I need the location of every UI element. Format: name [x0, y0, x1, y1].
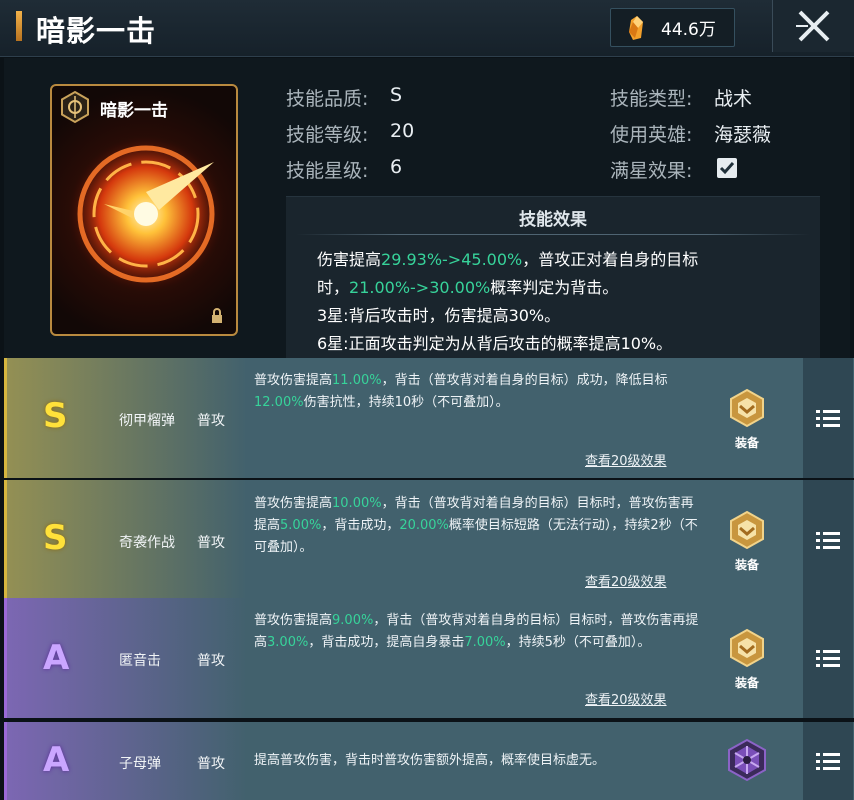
level-value: 20 — [390, 120, 415, 142]
equip-button[interactable]: 装备 — [724, 510, 770, 573]
star-value: 6 — [390, 156, 403, 178]
hero-value: 海瑟薇 — [714, 124, 772, 146]
skill-card: 暗影一击 — [50, 84, 238, 336]
equip-shield-icon — [730, 510, 764, 550]
currency-value: 44.6万 — [661, 20, 716, 40]
skill-type: 普攻 — [197, 535, 225, 551]
skill-art — [68, 136, 224, 292]
skill-type: 普攻 — [197, 413, 225, 429]
page-title: 暗影一击 — [36, 14, 157, 48]
type-label: 技能类型: — [610, 88, 693, 110]
hero-label: 使用英雄: — [610, 124, 693, 146]
skill-description: 普攻伤害提高10.00%，背击（普攻背对着自身的目标）目标时，普攻伤害再提高5.… — [254, 496, 698, 555]
list-menu-icon — [816, 753, 840, 770]
list-menu-icon — [816, 532, 840, 549]
skill-row[interactable]: A 匿音击 普攻 普攻伤害提高9.00%，背击（普攻背对着自身的目标）目标时，普… — [4, 598, 854, 718]
equip-label: 装备 — [734, 436, 759, 450]
effect-line-3: 3星:背后攻击时，伤害提高30%。 — [317, 306, 561, 325]
effect-divider — [296, 234, 810, 235]
effect-line-4: 6星:正面攻击判定为从背后攻击的概率提高10%。 — [317, 334, 673, 353]
close-button[interactable] — [772, 0, 854, 52]
list-menu-icon — [816, 410, 840, 427]
quality-value: S — [390, 84, 403, 106]
equip-button[interactable]: 装备 — [724, 388, 770, 451]
effect-title: 技能效果 — [519, 210, 587, 230]
grade-badge: S — [43, 518, 68, 558]
equip-label: 装备 — [734, 558, 759, 572]
equip-label: 装备 — [734, 676, 759, 690]
equip-button[interactable]: 装备 — [724, 628, 770, 691]
emblem-icon — [61, 90, 89, 124]
list-menu-button[interactable] — [803, 358, 853, 478]
equip-shield-icon — [730, 388, 764, 428]
currency-display: 44.6万 — [610, 8, 735, 47]
skill-type: 普攻 — [197, 756, 225, 772]
list-menu-button[interactable] — [803, 480, 853, 600]
list-menu-icon — [816, 650, 840, 667]
view-level-20-link[interactable]: 查看20级效果 — [585, 450, 667, 469]
level-label: 技能等级: — [286, 124, 369, 146]
skill-name: 子母弹 — [119, 756, 161, 772]
header-bar: 暗影一击 44.6万 — [0, 0, 854, 57]
full-star-label: 满星效果: — [610, 160, 693, 182]
grade-badge: A — [43, 638, 70, 678]
skill-name: 匿音击 — [119, 653, 161, 669]
skill-name: 彻甲榴弹 — [119, 413, 175, 429]
skill-row[interactable]: S 奇袭作战 普攻 普攻伤害提高10.00%，背击（普攻背对着自身的目标）目标时… — [4, 480, 854, 600]
skill-name: 奇袭作战 — [119, 535, 175, 551]
skill-description: 普攻伤害提高9.00%，背击（普攻背对着自身的目标）目标时，普攻伤害再提高3.0… — [254, 613, 699, 650]
card-title: 暗影一击 — [100, 101, 168, 121]
lock-icon — [212, 308, 222, 323]
type-value: 战术 — [714, 88, 753, 110]
view-level-20-link[interactable]: 查看20级效果 — [585, 689, 667, 708]
view-level-20-link[interactable]: 查看20级效果 — [585, 571, 667, 590]
skill-type: 普攻 — [197, 653, 225, 669]
quality-label: 技能品质: — [286, 88, 369, 110]
grade-badge: A — [43, 740, 70, 780]
list-menu-button[interactable] — [803, 722, 853, 800]
skill-row[interactable]: A 子母弹 普攻 提高普攻伤害，背击时普攻伤害额外提高，概率使目标虚无。 — [4, 722, 854, 800]
equip-shield-icon — [730, 628, 764, 668]
close-icon — [795, 10, 829, 42]
checkmark-icon — [719, 162, 735, 175]
skill-description: 普攻伤害提高11.00%，背击（普攻背对着自身的目标）成功，降低目标12.00%… — [254, 373, 668, 410]
effect-line-2: 时，21.00%->30.00%概率判定为背击。 — [317, 278, 619, 297]
skill-row[interactable]: S 彻甲榴弹 普攻 普攻伤害提高11.00%，背击（普攻背对着自身的目标）成功，… — [4, 358, 854, 478]
skill-effect-box: 技能效果 伤害提高29.93%->45.00%，普攻正对着自身的目标 时，21.… — [286, 196, 820, 358]
effect-line-1: 伤害提高29.93%->45.00%，普攻正对着自身的目标 — [317, 250, 699, 269]
star-label: 技能星级: — [286, 160, 369, 182]
skill-summary-panel: 暗影一击 技能品质: S 技能等级: 20 技能星级: 6 技能类型: 战术 使… — [4, 58, 850, 358]
full-star-checkbox[interactable] — [717, 158, 737, 178]
title-accent — [16, 11, 22, 41]
grade-badge: S — [43, 396, 68, 436]
skill-description: 提高普攻伤害，背击时普攻伤害额外提高，概率使目标虚无。 — [254, 753, 606, 768]
crystal-icon — [629, 15, 643, 40]
list-menu-button[interactable] — [803, 598, 853, 718]
hexagon-lock-icon — [728, 738, 766, 782]
locked-skill-indicator — [724, 738, 770, 786]
